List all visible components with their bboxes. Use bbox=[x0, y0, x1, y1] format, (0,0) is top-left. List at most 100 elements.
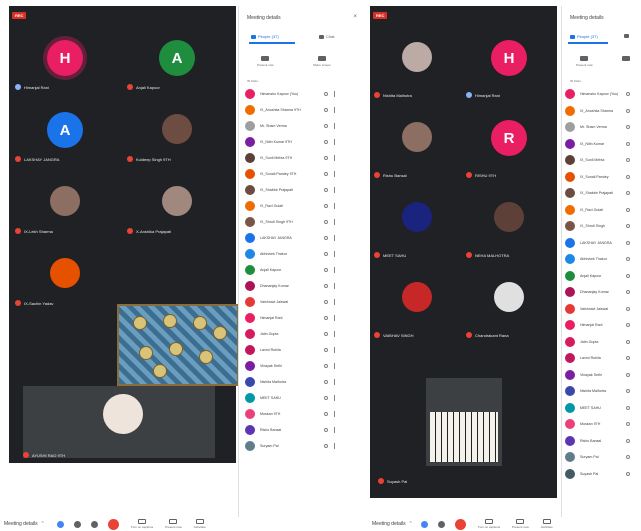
participant-row[interactable]: IX_Ravi Gulati bbox=[565, 202, 630, 218]
participant-tile[interactable]: Nishita Malhotra bbox=[374, 28, 460, 98]
mic-status-icon[interactable] bbox=[324, 412, 328, 416]
more-options-icon[interactable] bbox=[334, 91, 335, 97]
meeting-details-label[interactable]: Meeting details bbox=[372, 521, 406, 527]
participant-row[interactable]: Anjali Kapoor bbox=[565, 268, 630, 284]
participant-row[interactable]: MEET SAHU bbox=[565, 400, 630, 416]
mic-status-icon[interactable] bbox=[324, 156, 328, 160]
participant-row[interactable]: Suryam Pal bbox=[245, 438, 335, 454]
participant-row[interactable]: IX_Shruti Singh 9TH bbox=[245, 214, 335, 230]
raise-hand-button[interactable] bbox=[90, 520, 98, 528]
participant-tile[interactable]: H Himanjal Rani bbox=[15, 28, 115, 90]
more-options-icon[interactable] bbox=[334, 347, 335, 353]
participant-row[interactable]: Jatin Gupta bbox=[565, 334, 630, 350]
participant-row[interactable]: LAKSHAY JANGRA bbox=[565, 235, 630, 251]
mic-status-icon[interactable] bbox=[324, 364, 328, 368]
presentation-thumbnail[interactable] bbox=[117, 304, 239, 386]
more-options-icon[interactable] bbox=[334, 315, 335, 321]
chevron-up-icon[interactable]: ⌃ bbox=[41, 521, 45, 527]
more-options-icon[interactable] bbox=[334, 155, 335, 161]
more-options-icon[interactable] bbox=[334, 139, 335, 145]
captions-button[interactable]: Turn on captions bbox=[478, 519, 500, 529]
participant-row[interactable]: LAKSHAY JANGRA bbox=[245, 230, 335, 246]
mic-status-icon[interactable] bbox=[626, 306, 630, 311]
participant-row[interactable]: IX_Shruti Singh bbox=[565, 218, 630, 234]
mic-status-icon[interactable] bbox=[324, 124, 328, 128]
participant-row[interactable]: IX_Ravi Gulati bbox=[245, 198, 335, 214]
close-icon[interactable]: × bbox=[353, 14, 357, 20]
self-view-tile[interactable] bbox=[426, 378, 502, 466]
participant-row[interactable]: Rishu Bansal bbox=[245, 422, 335, 438]
mic-status-icon[interactable] bbox=[324, 428, 328, 432]
participant-row[interactable]: Vaishnavi Jaiswal bbox=[245, 294, 335, 310]
participant-row[interactable]: IX_Nitin Kumar bbox=[565, 136, 630, 152]
self-view-tile[interactable]: AYUSHI RAO 9TH bbox=[23, 386, 215, 458]
mic-status-icon[interactable] bbox=[324, 396, 328, 400]
participant-row[interactable]: Rishu Bansal bbox=[565, 433, 630, 449]
participant-row[interactable]: IX_Sonali Pandey 9TH bbox=[245, 166, 335, 182]
participant-row[interactable]: Dhananjay Kumar bbox=[245, 278, 335, 294]
mic-status-icon[interactable] bbox=[626, 141, 630, 146]
mic-status-icon[interactable] bbox=[626, 405, 630, 410]
mic-status-icon[interactable] bbox=[626, 257, 630, 261]
mic-status-icon[interactable] bbox=[626, 174, 630, 179]
mic-status-icon[interactable] bbox=[324, 284, 328, 288]
mic-status-icon[interactable] bbox=[626, 273, 630, 278]
chevron-up-icon[interactable]: ⌃ bbox=[409, 521, 413, 527]
participant-tile[interactable]: Kuldeep Singh 9TH bbox=[127, 100, 227, 162]
participant-row[interactable]: Muskan 9TH bbox=[565, 416, 630, 432]
more-options-icon[interactable] bbox=[334, 235, 335, 241]
mic-status-icon[interactable] bbox=[626, 372, 630, 377]
meeting-details-label[interactable]: Meeting details bbox=[4, 521, 38, 527]
participant-row[interactable]: Jatin Gupta bbox=[245, 326, 335, 342]
more-options-icon[interactable] bbox=[334, 203, 335, 209]
more-options-icon[interactable] bbox=[334, 299, 335, 305]
more-options-icon[interactable] bbox=[334, 283, 335, 289]
mic-status-icon[interactable] bbox=[324, 316, 328, 320]
participant-tile[interactable]: X-Anshika Prajapati bbox=[127, 172, 227, 234]
more-options-icon[interactable] bbox=[334, 379, 335, 385]
more-options-icon[interactable] bbox=[334, 411, 335, 417]
participant-tile[interactable]: A Anjali Kapoor bbox=[127, 28, 227, 90]
mic-status-icon[interactable] bbox=[626, 471, 630, 476]
mic-status-icon[interactable] bbox=[324, 332, 328, 336]
tab-people[interactable]: People (37) bbox=[570, 34, 598, 39]
tab-chat[interactable]: Chat bbox=[319, 34, 334, 39]
present-now-button[interactable]: Present now bbox=[576, 56, 593, 67]
mic-status-icon[interactable] bbox=[324, 380, 328, 384]
microphone-button[interactable] bbox=[420, 520, 428, 528]
tab-chat[interactable] bbox=[624, 34, 629, 38]
mic-status-icon[interactable] bbox=[626, 191, 630, 195]
mic-status-icon[interactable] bbox=[626, 339, 630, 344]
mic-status-icon[interactable] bbox=[626, 92, 630, 96]
more-options-icon[interactable] bbox=[334, 123, 335, 129]
participant-row[interactable]: Dhananjay Kumar bbox=[565, 284, 630, 300]
participant-row[interactable]: Mr. Sham Verma bbox=[565, 119, 630, 135]
participant-row[interactable]: Anjali Kapoor bbox=[245, 262, 335, 278]
participant-row[interactable]: IX_Sonali Pandey bbox=[565, 169, 630, 185]
mic-status-icon[interactable] bbox=[324, 268, 328, 272]
participant-row[interactable]: Abhishek Thakur bbox=[565, 251, 630, 267]
participant-row[interactable]: IX_Sunil Mehta 9TH bbox=[245, 150, 335, 166]
mic-status-icon[interactable] bbox=[626, 455, 630, 459]
participant-row[interactable]: IX_Anushka Sharma 9TH bbox=[245, 102, 335, 118]
activities-button[interactable]: Activities bbox=[541, 519, 553, 529]
mic-status-icon[interactable] bbox=[324, 252, 328, 256]
tab-people[interactable]: People (37) bbox=[251, 34, 279, 39]
present-button[interactable]: Present now bbox=[165, 519, 182, 529]
more-options-icon[interactable] bbox=[334, 363, 335, 369]
mic-status-icon[interactable] bbox=[324, 140, 328, 144]
mic-status-icon[interactable] bbox=[324, 348, 328, 352]
participant-row[interactable]: IX_Nitin Kumar 9TH bbox=[245, 134, 335, 150]
participant-tile[interactable]: NEHA MALHOTRA bbox=[466, 188, 552, 258]
present-now-button[interactable]: Present now bbox=[257, 56, 274, 67]
mic-status-icon[interactable] bbox=[626, 240, 630, 245]
participant-row[interactable]: Vaishnavi Jaiswal bbox=[565, 301, 630, 317]
participant-row[interactable]: Vinayak Sethi bbox=[245, 358, 335, 374]
participant-row[interactable]: Nishita Malhotra bbox=[245, 374, 335, 390]
mic-status-icon[interactable] bbox=[324, 204, 328, 208]
mic-status-icon[interactable] bbox=[626, 125, 630, 129]
microphone-button[interactable] bbox=[56, 520, 64, 528]
more-options-icon[interactable] bbox=[334, 219, 335, 225]
more-options-icon[interactable] bbox=[334, 107, 335, 113]
mic-status-icon[interactable] bbox=[626, 108, 630, 113]
